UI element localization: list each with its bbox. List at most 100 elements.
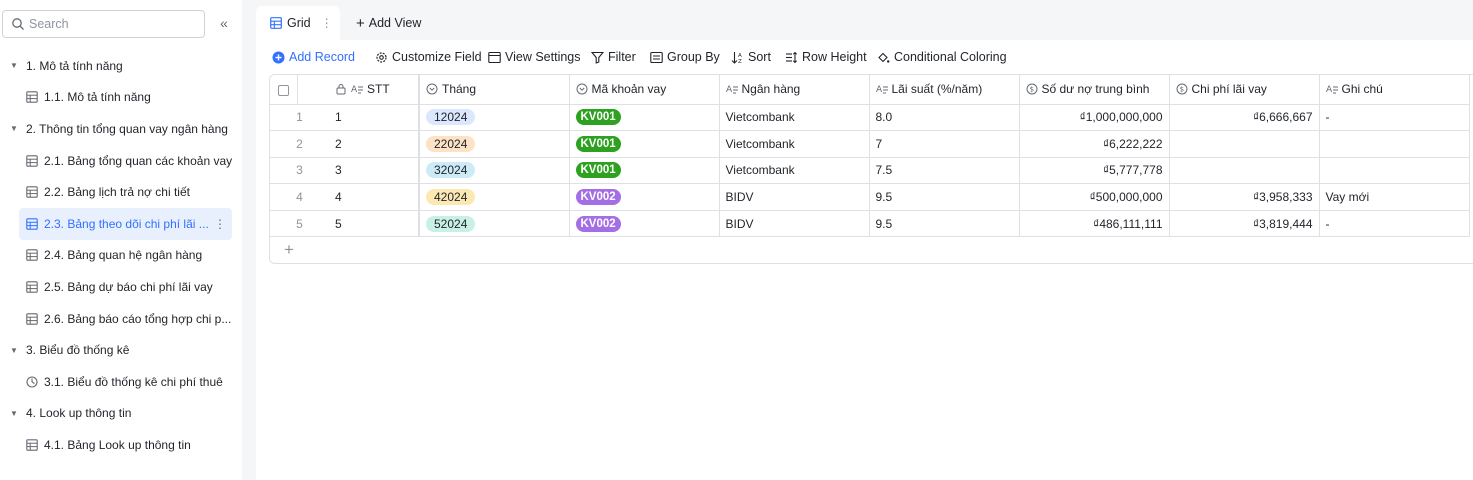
add-record-button[interactable]: Add Record bbox=[272, 49, 355, 65]
table-row[interactable]: 5 5 52024 KV002 BIDV 9.5 ₫486,111,111 ₫3,819,44… bbox=[270, 210, 1470, 238]
cell-chi-phi-lai-vay[interactable]: ₫6,666,667 bbox=[1169, 104, 1320, 132]
cell-thang[interactable]: 22024 bbox=[419, 130, 570, 158]
cell-so-du-no[interactable]: ₫6,222,222 bbox=[1019, 130, 1170, 158]
cell-ma-khoan-vay[interactable]: KV002 bbox=[569, 210, 720, 238]
sidebar-item[interactable]: 2.2. Bảng lịch trả nợ chi tiết bbox=[0, 176, 242, 208]
svg-text:A: A bbox=[726, 85, 733, 95]
sidebar-group[interactable]: ▼ 3. Biểu đồ thống kê bbox=[0, 334, 242, 366]
sidebar-tree: ▼ 1. Mô tả tính năng 1.1. Mô tả tính năng ▼… bbox=[0, 50, 242, 461]
sidebar-item[interactable]: 2.1. Bảng tổng quan các khoản vay bbox=[0, 145, 242, 177]
cell-stt[interactable]: 3 bbox=[329, 157, 420, 185]
caret-down-icon[interactable]: ▼ bbox=[10, 409, 20, 418]
column-header-chi-phi-lai-vay[interactable]: $ Chi phí lãi vay bbox=[1169, 75, 1320, 105]
add-row-button[interactable]: + bbox=[270, 237, 1473, 263]
cell-ngan-hang[interactable]: Vietcombank bbox=[719, 157, 870, 185]
cell-ma-khoan-vay[interactable]: KV001 bbox=[569, 157, 720, 185]
cell-stt[interactable]: 1 bbox=[329, 104, 420, 132]
cell-so-du-no-value: ₫500,000,000 bbox=[1089, 190, 1163, 205]
loan-code-tag: KV002 bbox=[575, 189, 621, 206]
column-header-lai-suat[interactable]: A Lãi suất (%/năm) bbox=[869, 75, 1020, 105]
cell-ma-khoan-vay[interactable]: KV002 bbox=[569, 183, 720, 211]
cell-ghi-chu[interactable]: Vay mới bbox=[1319, 183, 1470, 211]
caret-down-icon[interactable]: ▼ bbox=[10, 346, 20, 355]
cell-so-du-no[interactable]: ₫5,777,778 bbox=[1019, 157, 1170, 185]
sidebar-item[interactable]: 2.3. Bảng theo dõi chi phí lãi ... ⋮ bbox=[19, 207, 232, 240]
header-index-spacer bbox=[297, 75, 329, 105]
cell-thang[interactable]: 42024 bbox=[419, 183, 570, 211]
sidebar-item[interactable]: 1.1. Mô tả tính năng bbox=[0, 82, 242, 114]
cell-ghi-chu[interactable] bbox=[1319, 157, 1470, 185]
more-vertical-icon[interactable]: ⋮ bbox=[214, 217, 226, 231]
view-settings-button[interactable]: View Settings bbox=[488, 49, 581, 65]
column-header-ngan-hang[interactable]: A Ngân hàng bbox=[719, 75, 870, 105]
cell-lai-suat[interactable]: 9.5 bbox=[869, 183, 1020, 211]
cell-stt[interactable]: 4 bbox=[329, 183, 420, 211]
sidebar-item[interactable]: 4.1. Bảng Look up thông tin bbox=[0, 429, 242, 461]
view-settings-icon bbox=[488, 51, 501, 63]
cell-thang[interactable]: 12024 bbox=[419, 104, 570, 132]
cell-stt[interactable]: 5 bbox=[329, 210, 420, 238]
select-all-checkbox[interactable] bbox=[277, 84, 289, 96]
column-header-thang[interactable]: Tháng bbox=[419, 75, 570, 105]
cell-chi-phi-lai-vay[interactable] bbox=[1169, 130, 1320, 158]
caret-down-icon[interactable]: ▼ bbox=[10, 124, 20, 133]
cell-ma-khoan-vay[interactable]: KV001 bbox=[569, 104, 720, 132]
conditional-coloring-button[interactable]: Conditional Coloring bbox=[877, 49, 1007, 65]
column-header-ghi-chu[interactable]: A Ghi chú bbox=[1319, 75, 1470, 105]
cell-ngan-hang[interactable]: Vietcombank bbox=[719, 130, 870, 158]
cell-lai-suat[interactable]: 7 bbox=[869, 130, 1020, 158]
table-row[interactable]: 1 1 12024 KV001 Vietcombank 8.0 ₫1,000,000,000… bbox=[270, 104, 1470, 132]
month-tag: 32024 bbox=[426, 162, 476, 179]
tab-grid[interactable]: Grid ⋮ bbox=[256, 6, 340, 40]
cell-ghi-chu[interactable]: - bbox=[1319, 104, 1470, 132]
table-row[interactable]: 4 4 42024 KV002 BIDV 9.5 ₫500,000,000 ₫3,958,33… bbox=[270, 183, 1470, 211]
add-view-button[interactable]: + Add View bbox=[356, 6, 421, 40]
search-icon bbox=[12, 18, 24, 30]
cell-ghi-chu-value: - bbox=[1325, 216, 1330, 231]
select-all-cell[interactable] bbox=[270, 75, 298, 105]
cell-ngan-hang[interactable]: BIDV bbox=[719, 183, 870, 211]
cell-ghi-chu[interactable] bbox=[1319, 130, 1470, 158]
cell-ghi-chu[interactable]: - bbox=[1319, 210, 1470, 238]
sidebar-item[interactable]: 2.4. Bảng quan hệ ngân hàng bbox=[0, 240, 242, 272]
filter-button[interactable]: Filter bbox=[591, 49, 636, 65]
cell-stt[interactable]: 2 bbox=[329, 130, 420, 158]
cell-lai-suat[interactable]: 8.0 bbox=[869, 104, 1020, 132]
cell-thang[interactable]: 32024 bbox=[419, 157, 570, 185]
gear-icon bbox=[376, 51, 387, 63]
column-header-ma-khoan-vay[interactable]: Mã khoản vay bbox=[569, 75, 720, 105]
cell-ngan-hang[interactable]: Vietcombank bbox=[719, 104, 870, 132]
more-vertical-icon[interactable]: ⋮ bbox=[321, 16, 333, 30]
caret-down-icon[interactable]: ▼ bbox=[10, 61, 20, 70]
cell-chi-phi-lai-vay[interactable]: ₫3,819,444 bbox=[1169, 210, 1320, 238]
sidebar-item[interactable]: 2.6. Bảng báo cáo tổng hợp chi p... bbox=[0, 303, 242, 335]
group-by-button[interactable]: Group By bbox=[650, 49, 720, 65]
cell-chi-phi-lai-vay[interactable]: ₫3,958,333 bbox=[1169, 183, 1320, 211]
customize-field-button[interactable]: Customize Field bbox=[375, 49, 482, 65]
sidebar-item[interactable]: 2.5. Bảng dự báo chi phí lãi vay bbox=[0, 271, 242, 303]
search-box[interactable] bbox=[2, 10, 205, 38]
cell-so-du-no[interactable]: ₫1,000,000,000 bbox=[1019, 104, 1170, 132]
search-input[interactable] bbox=[29, 15, 199, 33]
sidebar-group[interactable]: ▼ 2. Thông tin tổng quan vay ngân hàng bbox=[0, 113, 242, 145]
sort-button[interactable]: A Z Sort bbox=[731, 49, 771, 65]
collapse-sidebar-icon[interactable]: « bbox=[215, 15, 233, 33]
table-row[interactable]: 3 3 32024 KV001 Vietcombank 7.5 ₫5,777,778 bbox=[270, 157, 1470, 185]
column-header-so-du-no[interactable]: $ Số dư nợ trung bình bbox=[1019, 75, 1170, 105]
cell-lai-suat[interactable]: 9.5 bbox=[869, 210, 1020, 238]
row-height-button[interactable]: Row Height bbox=[785, 49, 867, 65]
cell-ngan-hang[interactable]: BIDV bbox=[719, 210, 870, 238]
sidebar-group[interactable]: ▼ 1. Mô tả tính năng bbox=[0, 50, 242, 82]
table-icon bbox=[26, 218, 38, 230]
table-row[interactable]: 2 2 22024 KV001 Vietcombank 7 ₫6,222,222 bbox=[270, 130, 1470, 158]
cell-lai-suat[interactable]: 7.5 bbox=[869, 157, 1020, 185]
cell-ma-khoan-vay[interactable]: KV001 bbox=[569, 130, 720, 158]
sidebar-item-label: 2.3. Bảng theo dõi chi phí lãi ... bbox=[44, 216, 209, 231]
sidebar-item[interactable]: 3.1. Biểu đồ thống kê chi phí thuê bbox=[0, 366, 242, 398]
cell-chi-phi-lai-vay[interactable] bbox=[1169, 157, 1320, 185]
cell-so-du-no[interactable]: ₫486,111,111 bbox=[1019, 210, 1170, 238]
cell-thang[interactable]: 52024 bbox=[419, 210, 570, 238]
sidebar-group[interactable]: ▼ 4. Look up thông tin bbox=[0, 398, 242, 430]
cell-so-du-no[interactable]: ₫500,000,000 bbox=[1019, 183, 1170, 211]
column-header-stt[interactable]: A STT bbox=[329, 75, 420, 105]
